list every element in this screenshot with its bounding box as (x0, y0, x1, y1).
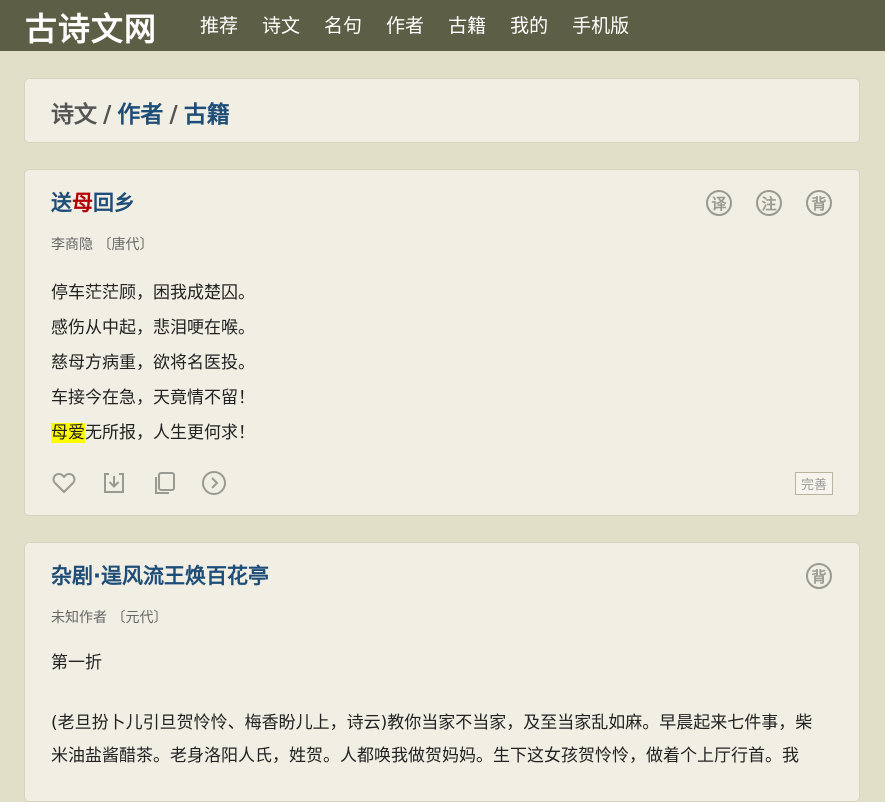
poem-line: 停车茫茫顾，困我成楚囚。 (51, 283, 255, 303)
poem-line-rest: 无所报，人生更何求！ (85, 423, 255, 443)
poem-title-highlight: 母 (72, 191, 93, 215)
poem-line: 慈母方病重，欲将名医投。 (51, 353, 255, 373)
nav-item-zuozhe[interactable]: 作者 (386, 11, 424, 38)
nav-item-tuijian[interactable]: 推荐 (200, 11, 238, 38)
main-nav: 推荐 诗文 名句 作者 古籍 我的 手机版 (200, 11, 653, 38)
poem-title[interactable]: 送母回乡 (51, 187, 135, 217)
annotate-button[interactable]: 注 (756, 190, 782, 216)
search-highlight: 母爱 (51, 423, 85, 443)
poem-title[interactable]: 杂剧·逞风流王焕百花亭 (51, 560, 269, 590)
poem-title-part: 回乡 (93, 191, 135, 215)
nav-item-shiwen[interactable]: 诗文 (262, 11, 300, 38)
breadcrumb-link-author[interactable]: 作者 (117, 102, 163, 128)
poem-line: 母爱无所报，人生更何求！ (51, 416, 837, 451)
improve-button[interactable]: 完善 (794, 472, 833, 495)
recite-button[interactable]: 背 (806, 563, 832, 589)
copy-icon[interactable] (151, 470, 177, 496)
translate-button[interactable]: 译 (706, 190, 732, 216)
top-navbar: 古诗文网 推荐 诗文 名句 作者 古籍 我的 手机版 (0, 0, 885, 51)
nav-item-wode[interactable]: 我的 (510, 11, 548, 38)
nav-item-mingju[interactable]: 名句 (324, 11, 362, 38)
poem-paragraph: 米油盐酱醋茶。老身洛阳人氏，姓贺。人都唤我做贺妈妈。生下这女孩贺怜怜，做着个上厅… (51, 746, 799, 766)
poem-author[interactable]: 李商隐 〔唐代〕 (51, 234, 153, 254)
poem-line: 感伤从中起，悲泪哽在喉。 (51, 318, 255, 338)
breadcrumb-card: 诗文 / 作者 / 古籍 (24, 78, 860, 143)
poem-line: 车接今在急，天竟情不留！ (51, 388, 255, 408)
poem-paragraph: (老旦扮卜儿引旦贺怜怜、梅香盼儿上，诗云)教你当家不当家，及至当家乱如麻。早晨起… (51, 713, 813, 733)
breadcrumb-link-books[interactable]: 古籍 (184, 102, 230, 128)
recite-button[interactable]: 背 (806, 190, 832, 216)
poem-paragraph: 第一折 (51, 653, 102, 673)
heart-icon[interactable] (51, 470, 77, 496)
poem-content: 第一折 (老旦扮卜儿引旦贺怜怜、梅香盼儿上，诗云)教你当家不当家，及至当家乱如麻… (51, 647, 837, 773)
download-icon[interactable] (101, 470, 127, 496)
nav-item-mobile[interactable]: 手机版 (572, 11, 629, 38)
breadcrumb-current: 诗文 (51, 102, 97, 128)
poem-card: 送母回乡 译 注 背 李商隐 〔唐代〕 停车茫茫顾，困我成楚囚。 感伤从中起，悲… (24, 169, 860, 516)
breadcrumb: 诗文 / 作者 / 古籍 (51, 95, 230, 129)
poem-toolbar (51, 470, 227, 496)
breadcrumb-separator: / (103, 102, 112, 128)
poem-card: 杂剧·逞风流王焕百花亭 背 未知作者 〔元代〕 第一折 (老旦扮卜儿引旦贺怜怜、… (24, 542, 860, 802)
nav-item-guji[interactable]: 古籍 (448, 11, 486, 38)
poem-author[interactable]: 未知作者 〔元代〕 (51, 607, 167, 627)
poem-content: 停车茫茫顾，困我成楚囚。 感伤从中起，悲泪哽在喉。 慈母方病重，欲将名医投。 车… (51, 276, 837, 451)
poem-title-part: 送 (51, 191, 72, 215)
next-icon[interactable] (201, 470, 227, 496)
breadcrumb-separator: / (169, 102, 178, 128)
site-logo[interactable]: 古诗文网 (25, 4, 157, 50)
